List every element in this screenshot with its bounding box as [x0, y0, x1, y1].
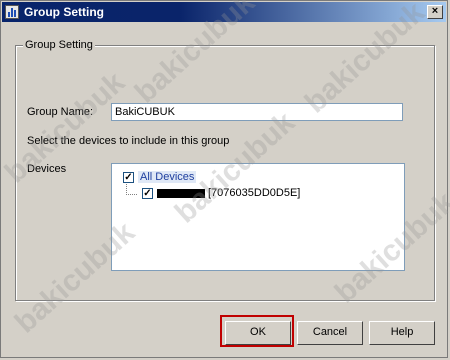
tree-connector — [126, 184, 137, 195]
redacted-device-name — [157, 189, 205, 198]
help-button[interactable]: Help — [369, 321, 435, 345]
group-name-label: Group Name: — [27, 106, 94, 118]
title-bar: Group Setting × — [2, 2, 446, 22]
device-checkbox[interactable]: ✓ — [142, 188, 153, 199]
device-label[interactable]: [7076035DD0D5E] — [208, 187, 300, 199]
app-icon — [5, 5, 19, 19]
instruction-text: Select the devices to include in this gr… — [27, 135, 230, 147]
all-devices-label[interactable]: All Devices — [138, 171, 197, 183]
ok-button-highlight — [220, 315, 294, 347]
group-name-input[interactable]: BakiCUBUK — [111, 103, 403, 121]
window-title: Group Setting — [24, 5, 104, 19]
devices-tree[interactable]: ✓ All Devices ✓ [7076035DD0D5E] — [111, 163, 405, 271]
dialog-window: Group Setting × Group Setting Group Name… — [0, 0, 450, 358]
all-devices-checkbox[interactable]: ✓ — [123, 172, 134, 183]
devices-label: Devices — [27, 163, 67, 175]
cancel-button[interactable]: Cancel — [297, 321, 363, 345]
group-box-legend: Group Setting — [23, 39, 95, 51]
close-button[interactable]: × — [427, 5, 443, 19]
